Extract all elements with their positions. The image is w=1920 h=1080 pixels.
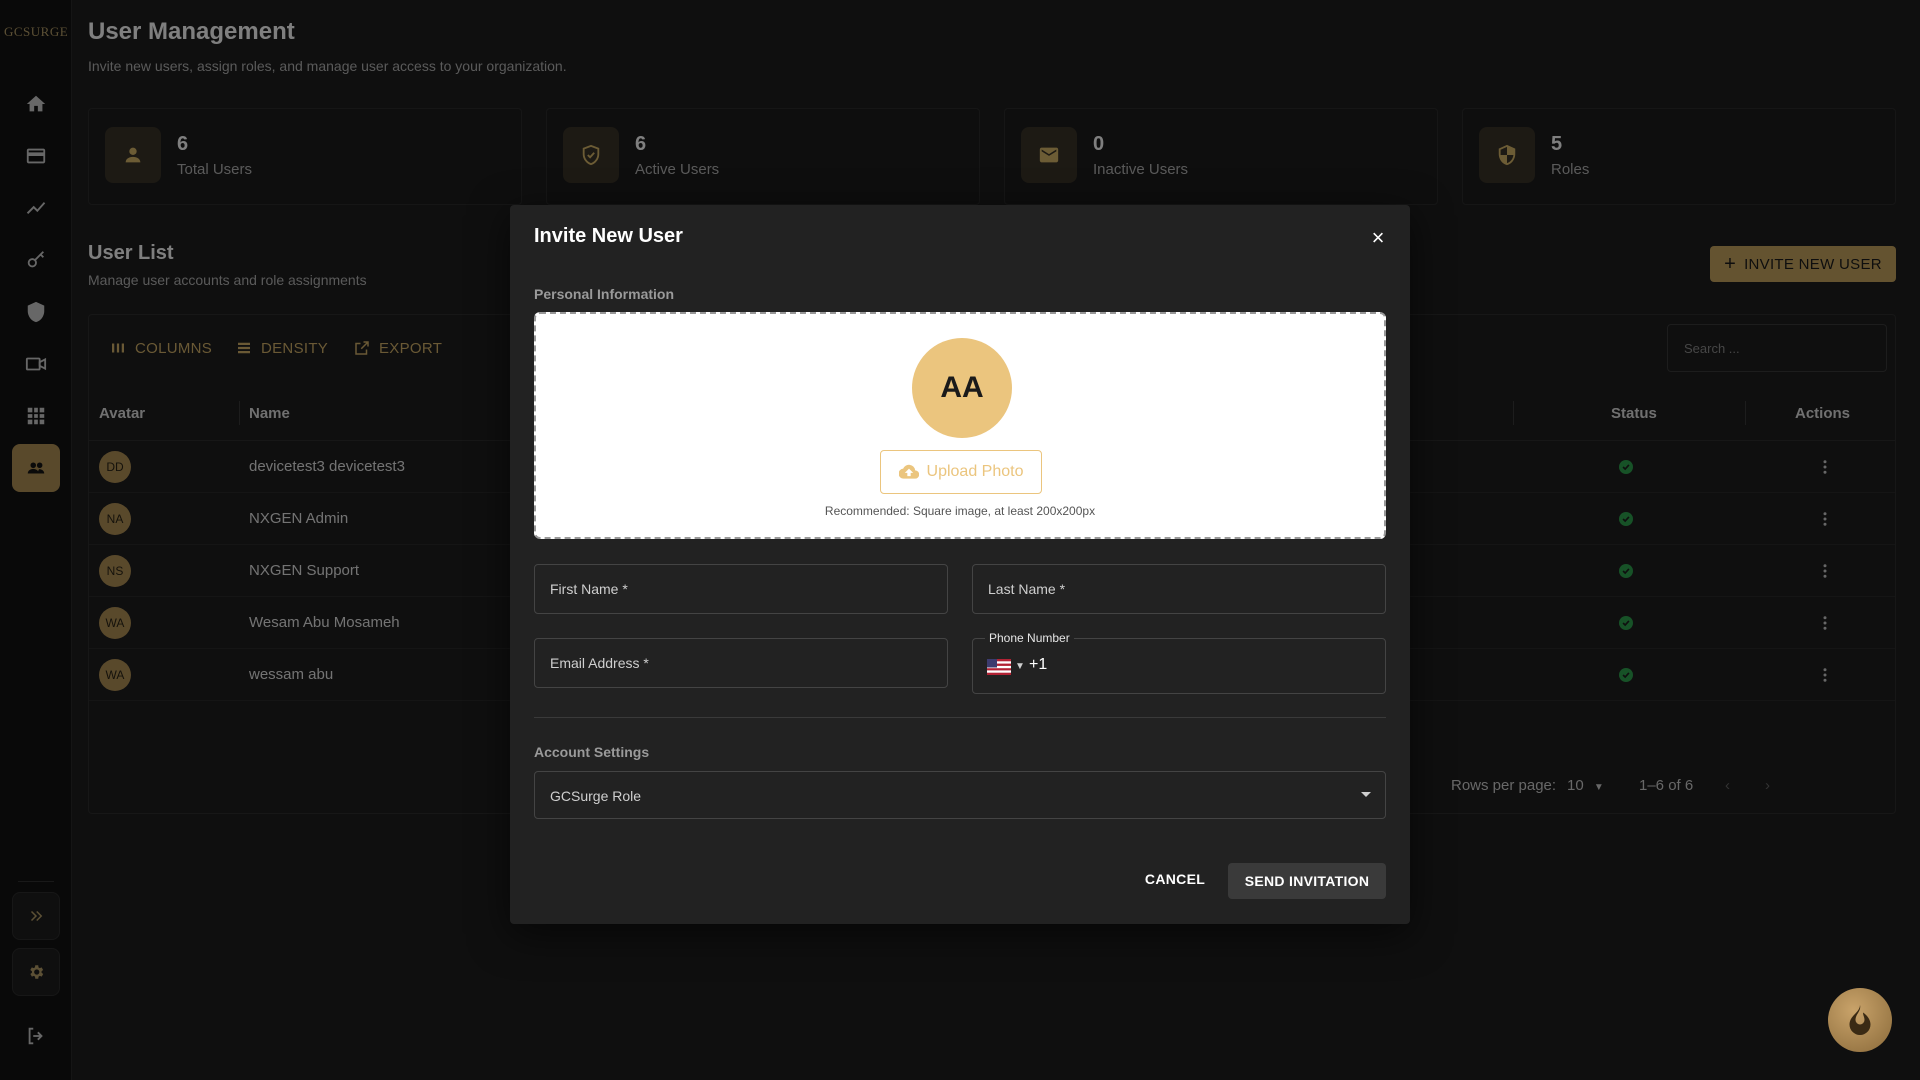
role-select[interactable]: GCSurge Role [534,771,1386,819]
personal-info-label: Personal Information [534,286,675,302]
last-name-field[interactable]: Last Name * [972,564,1386,614]
first-name-placeholder: First Name * [550,581,628,597]
phone-label: Phone Number [985,631,1074,645]
chevron-down-icon[interactable]: ▼ [1015,661,1025,672]
close-icon[interactable]: × [1365,225,1391,251]
upload-photo-button[interactable]: Upload Photo [880,450,1042,494]
avatar-preview: AA [912,338,1012,438]
last-name-placeholder: Last Name * [988,581,1066,597]
cloud-upload-icon [898,464,919,479]
email-placeholder: Email Address * [550,655,649,671]
role-select-placeholder: GCSurge Role [550,788,642,804]
flame-icon [1849,1005,1871,1035]
us-flag-icon[interactable] [987,659,1011,675]
photo-upload-panel: AA Upload Photo Recommended: Square imag… [534,312,1386,539]
dialog-title: Invite New User [534,225,683,247]
account-settings-label: Account Settings [534,744,650,760]
phone-field[interactable]: Phone Number ▼ +1 [972,631,1386,694]
phone-country-code: +1 [1029,656,1048,673]
first-name-field[interactable]: First Name * [534,564,948,614]
cancel-button[interactable]: CANCEL [1136,861,1214,897]
app-window: GCSURGE [0,0,1920,1080]
invite-user-dialog: Invite New User × Personal Information A… [510,205,1410,924]
upload-hint: Recommended: Square image, at least 200x… [824,504,1096,518]
assistant-button[interactable] [1828,988,1892,1052]
email-field[interactable]: Email Address * [534,638,948,688]
send-invitation-button[interactable]: SEND INVITATION [1228,863,1386,899]
upload-photo-label: Upload Photo [926,463,1024,480]
divider [534,717,1386,718]
chevron-down-icon [1361,792,1371,797]
